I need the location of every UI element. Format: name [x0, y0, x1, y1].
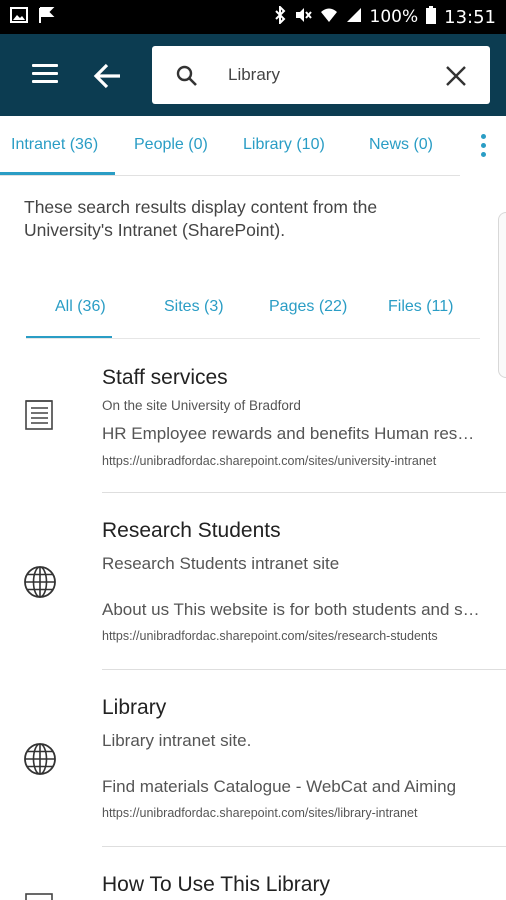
- clock: 13:51: [444, 6, 496, 28]
- tabs-divider: [0, 175, 460, 176]
- search-result-item[interactable]: Research Students Research Students intr…: [0, 493, 506, 670]
- subtab-files[interactable]: Files (11): [388, 298, 454, 316]
- search-icon[interactable]: [176, 65, 198, 87]
- tab-news[interactable]: News (0): [369, 136, 433, 154]
- wifi-icon: [320, 7, 338, 28]
- result-subtitle: Research Students intranet site: [102, 554, 340, 573]
- tab-intranet[interactable]: Intranet (36): [11, 136, 98, 154]
- globe-icon: [23, 565, 57, 599]
- bluetooth-icon: [274, 4, 286, 29]
- search-result-item[interactable]: Library Library intranet site. Find mate…: [0, 670, 506, 847]
- result-subtitle: On the site University of Bradford: [102, 398, 301, 413]
- result-title: Research Students: [102, 519, 281, 542]
- result-title: Library: [102, 696, 167, 719]
- result-url: https://unibradfordac.sharepoint.com/sit…: [102, 454, 437, 468]
- result-url: https://unibradfordac.sharepoint.com/sit…: [102, 629, 438, 643]
- battery-percentage: 100%: [369, 7, 419, 27]
- search-box: [152, 46, 490, 104]
- tab-library[interactable]: Library (10): [243, 136, 325, 154]
- result-snippet: Find materials Catalogue - WebCat and Ai…: [102, 777, 457, 796]
- result-url: https://unibradfordac.sharepoint.com/sit…: [102, 806, 418, 820]
- search-result-item[interactable]: Staff services On the site University of…: [0, 352, 506, 493]
- clear-search-icon[interactable]: [444, 64, 468, 88]
- subtab-sites[interactable]: Sites (3): [164, 298, 224, 316]
- menu-icon[interactable]: [32, 64, 58, 84]
- result-title: How To Use This Library: [102, 873, 330, 896]
- flag-icon: [38, 6, 56, 29]
- result-snippet: HR Employee rewards and benefits Human r…: [102, 424, 482, 443]
- result-snippet: About us This website is for both studen…: [102, 600, 482, 619]
- back-arrow-icon[interactable]: [92, 60, 124, 92]
- subtab-all[interactable]: All (36): [55, 298, 106, 316]
- image-icon: [10, 6, 28, 28]
- mute-icon: [294, 6, 312, 29]
- more-options-icon[interactable]: [478, 134, 488, 160]
- tab-people[interactable]: People (0): [134, 136, 208, 154]
- search-result-item[interactable]: How To Use This Library: [0, 847, 506, 900]
- result-subtitle: Library intranet site.: [102, 731, 252, 750]
- status-bar: 100% 13:51: [0, 0, 506, 34]
- subtabs-divider: [26, 338, 480, 339]
- results-description: These search results display content fro…: [24, 197, 378, 240]
- signal-icon: [346, 7, 362, 28]
- app-bar: [0, 34, 506, 116]
- battery-icon: [426, 5, 437, 29]
- document-icon: [23, 398, 57, 432]
- globe-icon: [23, 742, 57, 776]
- subtab-pages[interactable]: Pages (22): [269, 298, 347, 316]
- document-icon: [23, 891, 57, 900]
- search-input[interactable]: [228, 60, 428, 90]
- result-title: Staff services: [102, 366, 228, 389]
